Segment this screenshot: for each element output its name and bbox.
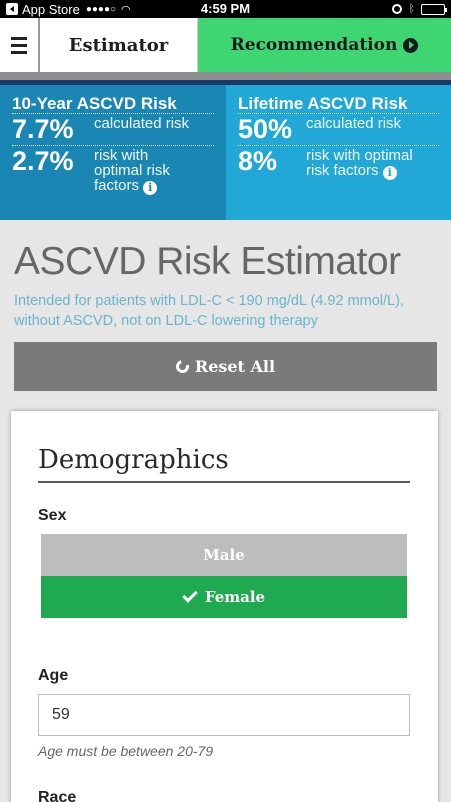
lifetime-optimal-label: risk with optimal risk factors i [306, 148, 413, 180]
lifetime-risk-panel: Lifetime ASCVD Risk 50% calculated risk … [226, 85, 451, 220]
age-label: Age [38, 667, 69, 684]
hamburger-icon-line [11, 50, 27, 54]
sex-label: Sex [38, 507, 67, 524]
lifetime-calculated-row: 50% calculated risk [238, 114, 439, 146]
reset-all-button[interactable]: Reset All [14, 342, 437, 391]
tab-estimator[interactable]: Estimator [40, 18, 198, 72]
sex-option-male[interactable]: Male [41, 534, 407, 576]
tab-recommendation-label: Recommendation [230, 35, 398, 55]
hamburger-icon-line [11, 43, 27, 47]
ten-year-risk-panel: 10-Year ASCVD Risk 7.7% calculated risk … [0, 85, 226, 220]
hamburger-icon-line [11, 36, 27, 40]
page-subtitle: Intended for patients with LDL-C < 190 m… [14, 293, 404, 329]
wifi-icon: ◠ [121, 3, 131, 16]
lifetime-optimal-label-line: risk factors [306, 162, 379, 179]
info-icon[interactable]: i [382, 166, 397, 180]
ten-year-optimal-label: risk with optimal risk factors i [94, 148, 170, 195]
ten-year-optimal-row: 2.7% risk with optimal risk factors i [12, 146, 214, 197]
age-hint: Age must be between 20-79 [38, 743, 214, 759]
circle-arrow-right-icon [403, 37, 419, 53]
demographics-card: Demographics Sex Male Female Age Age mus… [11, 411, 438, 802]
ten-year-optimal-label-line: factors [94, 177, 140, 194]
sex-option-female-label: Female [204, 588, 266, 606]
ten-year-risk-title: 10-Year ASCVD Risk [12, 95, 214, 114]
info-icon[interactable]: i [143, 181, 158, 195]
age-input[interactable] [38, 694, 410, 736]
lifetime-calculated-value: 50% [238, 114, 293, 144]
sex-option-female[interactable]: Female [41, 576, 407, 618]
reset-all-label: Reset All [194, 357, 276, 376]
lifetime-optimal-row: 8% risk with optimal risk factors i [238, 146, 439, 182]
race-label: Race [38, 789, 77, 802]
alarm-icon [392, 4, 403, 14]
lifetime-calculated-label: calculated risk [306, 115, 402, 132]
menu-button[interactable] [0, 18, 40, 72]
status-bar: App Store ●●●●○ ◠ 4:59 PM ᛒ [0, 0, 451, 18]
tab-recommendation[interactable]: Recommendation [198, 18, 451, 72]
ten-year-calculated-label: calculated risk [94, 115, 190, 132]
tab-underline [0, 72, 451, 80]
lifetime-risk-title: Lifetime ASCVD Risk [238, 95, 439, 114]
risk-summary: 10-Year ASCVD Risk 7.7% calculated risk … [0, 85, 451, 220]
refresh-icon [173, 357, 192, 376]
sex-option-male-label: Male [203, 546, 245, 564]
lifetime-optimal-value: 8% [238, 146, 278, 176]
ten-year-calculated-row: 7.7% calculated risk [12, 114, 214, 146]
ten-year-optimal-value: 2.7% [12, 146, 74, 176]
page-title: ASCVD Risk Estimator [14, 240, 401, 283]
demographics-heading: Demographics [38, 445, 410, 483]
tab-estimator-label: Estimator [68, 34, 169, 56]
signal-icon: ●●●●○ [85, 3, 117, 15]
check-icon [182, 587, 198, 603]
ten-year-calculated-value: 7.7% [12, 114, 74, 144]
bluetooth-icon: ᛒ [408, 3, 415, 15]
battery-icon [421, 3, 447, 15]
back-arrow-icon[interactable] [6, 3, 18, 15]
back-to-app-label[interactable]: App Store [22, 2, 80, 17]
tab-bar: Estimator Recommendation [0, 18, 451, 72]
